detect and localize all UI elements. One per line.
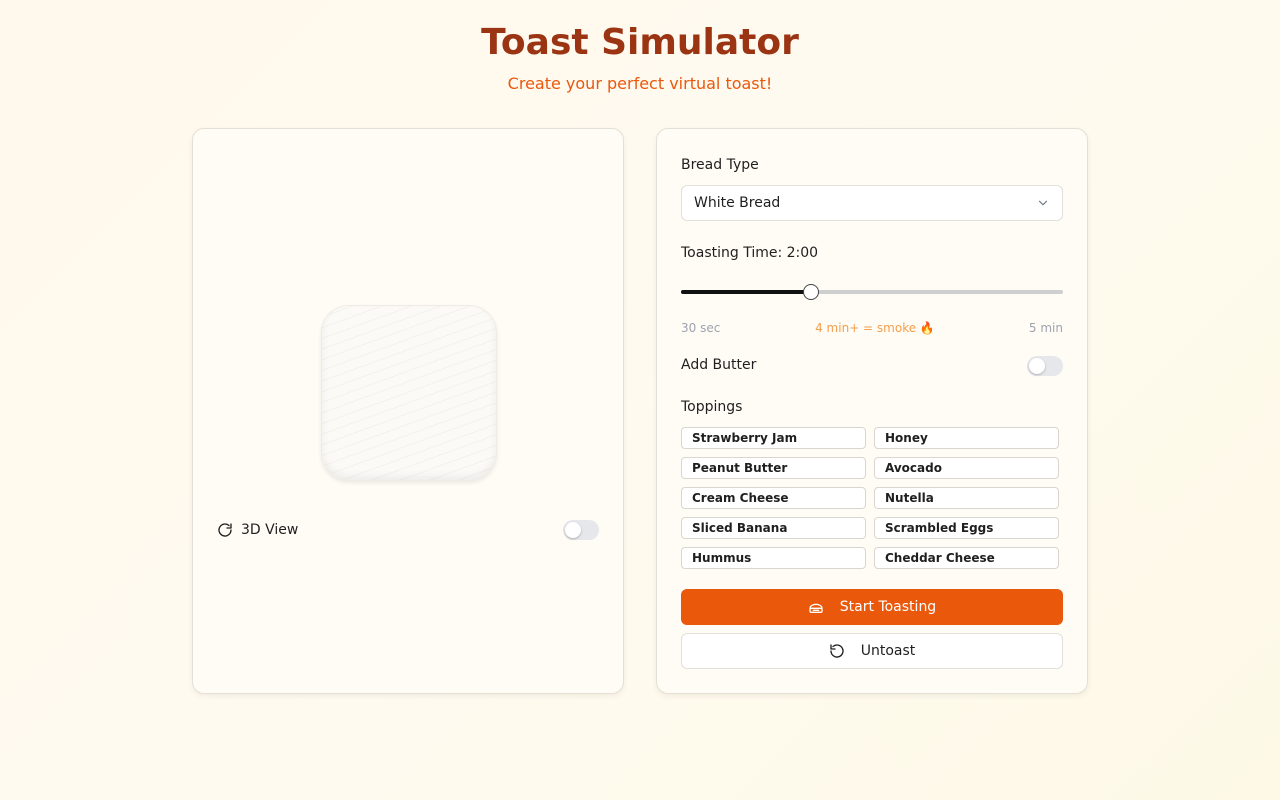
topping-option[interactable]: Cream Cheese: [681, 487, 866, 509]
start-toasting-label: Start Toasting: [839, 599, 937, 615]
time-min-label: 30 sec: [681, 321, 721, 335]
refresh-icon: [218, 523, 232, 537]
bread-type-label: Bread Type: [681, 157, 759, 173]
toaster-icon: [809, 603, 823, 613]
smoke-warning: 4 min+ = smoke 🔥: [815, 321, 935, 335]
bread-type-select[interactable]: White Bread: [681, 185, 1063, 221]
topping-option[interactable]: Peanut Butter: [681, 457, 866, 479]
view-3d-row: 3D View: [217, 519, 601, 541]
untoast-label: Untoast: [860, 643, 916, 659]
topping-option[interactable]: Sliced Banana: [681, 517, 866, 539]
chevron-down-icon: [1038, 200, 1048, 206]
topping-option[interactable]: Hummus: [681, 547, 866, 569]
toppings-grid: Strawberry Jam Honey Peanut Butter Avocado C…: [681, 427, 1061, 569]
page-title: Toast Simulator: [481, 22, 799, 63]
toast-slice: [321, 305, 497, 481]
view-3d-toggle[interactable]: [563, 520, 599, 540]
slider-thumb[interactable]: [802, 284, 819, 300]
controls-panel: Bread Type White Bread Toasting Time: 2:…: [656, 128, 1088, 694]
toasting-time-slider[interactable]: [681, 283, 1063, 301]
topping-option[interactable]: Scrambled Eggs: [874, 517, 1059, 539]
page-subtitle: Create your perfect virtual toast!: [507, 74, 773, 93]
topping-option[interactable]: Strawberry Jam: [681, 427, 866, 449]
butter-toggle[interactable]: [1027, 356, 1063, 376]
undo-icon: [830, 644, 844, 658]
butter-toggle-knob: [1029, 358, 1045, 374]
view-3d-toggle-knob: [565, 522, 581, 538]
untoast-button[interactable]: Untoast: [681, 633, 1063, 669]
topping-option[interactable]: Cheddar Cheese: [874, 547, 1059, 569]
bread-type-value: White Bread: [694, 195, 781, 211]
toppings-label: Toppings: [681, 399, 743, 415]
toasting-time-label: Toasting Time: 2:00: [681, 245, 819, 261]
start-toasting-button[interactable]: Start Toasting: [681, 589, 1063, 625]
butter-label: Add Butter: [681, 357, 757, 373]
toast-preview-panel: 3D View: [192, 128, 624, 694]
topping-option[interactable]: Honey: [874, 427, 1059, 449]
time-max-label: 5 min: [1028, 321, 1063, 335]
topping-option[interactable]: Nutella: [874, 487, 1059, 509]
slider-fill: [681, 290, 811, 294]
topping-option[interactable]: Avocado: [874, 457, 1059, 479]
view-3d-label: 3D View: [241, 522, 299, 538]
